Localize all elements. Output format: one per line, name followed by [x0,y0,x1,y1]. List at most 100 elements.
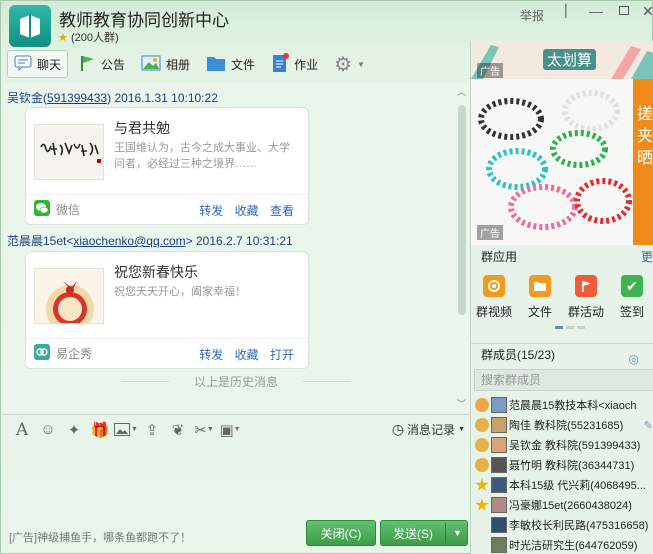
history-divider: 以上是历史消息 [121,373,351,390]
sender-id[interactable]: xiaochenko@qq.com [73,234,185,248]
member-item[interactable]: 本科15级 代兴莉(4068495... [471,475,653,495]
tab-announcement-label: 公告 [101,57,126,72]
message-time: 2016.1.31 10:10:22 [114,91,218,105]
tab-chat-label: 聊天 [37,57,62,72]
close-icon[interactable]: ✕ [642,3,653,20]
member-item[interactable]: 聂竹明 教科院(36344731) [471,455,653,475]
tab-announcement[interactable]: 公告 [72,50,131,78]
forward-link[interactable]: 转发 [199,204,223,218]
chat-scrollbar[interactable]: ︿ ﹀ [456,85,468,413]
share-card[interactable]: 祝您新春快乐 祝您天天开心，阖家幸福！ 易企秀 转发 收藏 打开 [25,251,309,369]
footer-ad[interactable]: [广告]神级捕鱼手，哪条鱼都跑不了！ [9,529,191,545]
scrollbar-thumb[interactable] [458,105,466,315]
message-history-label: 消息记录 [407,423,456,437]
app-files[interactable]: 文件 [517,275,563,323]
banner-image: 搓 夹 晒 [471,79,653,245]
tab-homework-label: 作业 [294,57,319,72]
right-panel: 太划算 广告 搓 夹 晒 广告 群应用 更 群视频 文件 群活动 ✔ 签到 群成… [470,41,653,554]
edit-icon[interactable]: ✎ [644,419,653,432]
settings-button[interactable]: ⚙ ▼ [328,50,371,78]
sender-id[interactable]: 591399433 [47,91,107,105]
group-apps: 群视频 文件 群活动 ✔ 签到 [471,275,653,323]
send-button[interactable]: 发送(S) ▼ [380,520,468,546]
forward-link[interactable]: 转发 [199,348,223,362]
message-sender[interactable]: 吴钦金(591399433) 2016.1.31 10:10:22 [7,89,218,106]
message-input[interactable] [3,445,469,519]
member-item[interactable]: 李敏校长利民路(475316658) [471,515,653,535]
tab-album[interactable]: 相册 [135,50,196,78]
app-group-video[interactable]: 群视频 [471,275,517,323]
avatar [491,517,507,533]
app-group-activity[interactable]: 群活动 [563,275,609,323]
minimize-icon[interactable]: — [589,3,603,19]
open-link[interactable]: 打开 [270,348,294,362]
image-icon[interactable]: ▼ [113,419,139,441]
app-label: 文件 [527,305,552,319]
member-name: 范晨晨15教技本科<xiaoch [509,400,637,412]
member-role-icon [475,458,489,472]
member-role-icon [475,418,489,432]
member-item[interactable]: 冯豪娜15et(2660438024) [471,495,653,515]
tab-homework[interactable]: 作业 [265,50,324,78]
more-icon[interactable]: ▣ ▼ [217,419,243,441]
card-title: 与君共勉 [114,120,170,136]
card-actions: 转发 收藏 打开 [191,346,294,363]
group-apps-title: 群应用 [481,250,518,264]
svg-text:晒: 晒 [637,150,653,167]
dropdown-icon[interactable]: ▕ [557,4,566,18]
favorite-link[interactable]: 收藏 [235,348,259,362]
avatar [491,477,507,493]
wechat-icon [34,200,50,219]
share-card[interactable]: 与君共勉 王国维认为，古今之成大事业、大学问者，必经过三种之境界…… 微信 转发… [25,107,309,225]
send-options-icon[interactable]: ▼ [453,528,462,538]
card-title: 祝您新春快乐 [114,264,198,280]
plant-icon[interactable]: ❦ [165,419,191,441]
upload-icon[interactable]: ⇪ [139,419,165,441]
group-title: 教师教育协同创新中心 [59,11,229,30]
avatar [491,497,507,513]
message-history-button[interactable]: ◷ 消息记录 ▼ [392,421,465,438]
maximize-icon[interactable] [619,4,629,18]
font-icon[interactable]: A [9,419,35,441]
card-description: 王国维认为，古今之成大事业、大学问者，必经过三种之境界…… [114,142,290,170]
member-item[interactable]: 吴钦金 教科院(591399433) [471,435,653,455]
app-checkin[interactable]: ✔ 签到 [609,275,653,323]
member-item[interactable]: 时光洁研究生(644762059) [471,535,653,554]
message-sender[interactable]: 范晨晨15et<xiaochenko@qq.com> 2016.2.7 10:3… [7,232,293,249]
member-item[interactable]: 范晨晨15教技本科<xiaoch [471,395,653,415]
avatar [491,537,507,553]
group-toolbar: 聊天 公告 相册 文件 作业 ⚙ ▼ [7,49,375,79]
member-item[interactable]: 陶佳 教科院(55231685) ✎ [471,415,653,435]
folder-icon [529,275,551,297]
tab-chat[interactable]: 聊天 [7,50,69,78]
member-name: 聂竹明 教科院(36344731) [509,460,635,472]
tab-files[interactable]: 文件 [200,50,261,78]
input-toolbar: A ☺ ✦ 🎁 ▼ ⇪ ❦ ✂ ▼ ▣ ▼ ◷ 消息记录 ▼ [3,414,469,444]
magic-icon[interactable]: ✦ [61,419,87,441]
send-label: 发送(S) [393,526,433,541]
members-header: 群成员(15/23) ◎ [471,343,653,366]
report-button[interactable]: 举报 [520,7,544,24]
video-icon [483,275,505,297]
apps-pager[interactable] [555,326,585,329]
avatar [491,437,507,453]
member-name: 本科15级 代兴莉(4068495... [509,480,646,492]
card-source: 微信 [56,203,81,217]
card-description: 祝您天天开心，阖家幸福！ [114,286,246,298]
more-apps-link[interactable]: 更 [641,246,653,268]
close-button[interactable]: 关闭(C) [306,520,376,546]
banner-title: 太划算 [543,49,597,70]
avatar [491,397,507,413]
gift-icon[interactable]: 🎁 [87,419,113,441]
scroll-up-icon[interactable]: ︿ [457,85,466,98]
scissors-icon[interactable]: ✂ ▼ [191,419,217,441]
clock-icon: ◷ [391,421,405,437]
emoji-icon[interactable]: ☺ [35,419,61,441]
ad-banner[interactable]: 太划算 广告 搓 夹 晒 广告 [471,41,653,245]
member-search-input[interactable]: 搜索群成员 [474,369,653,391]
members-title: 群成员(15/23) [481,348,556,362]
refresh-icon[interactable]: ◎ [629,348,639,370]
favorite-link[interactable]: 收藏 [235,204,259,218]
view-link[interactable]: 查看 [270,204,294,218]
scroll-down-icon[interactable]: ﹀ [457,397,466,410]
